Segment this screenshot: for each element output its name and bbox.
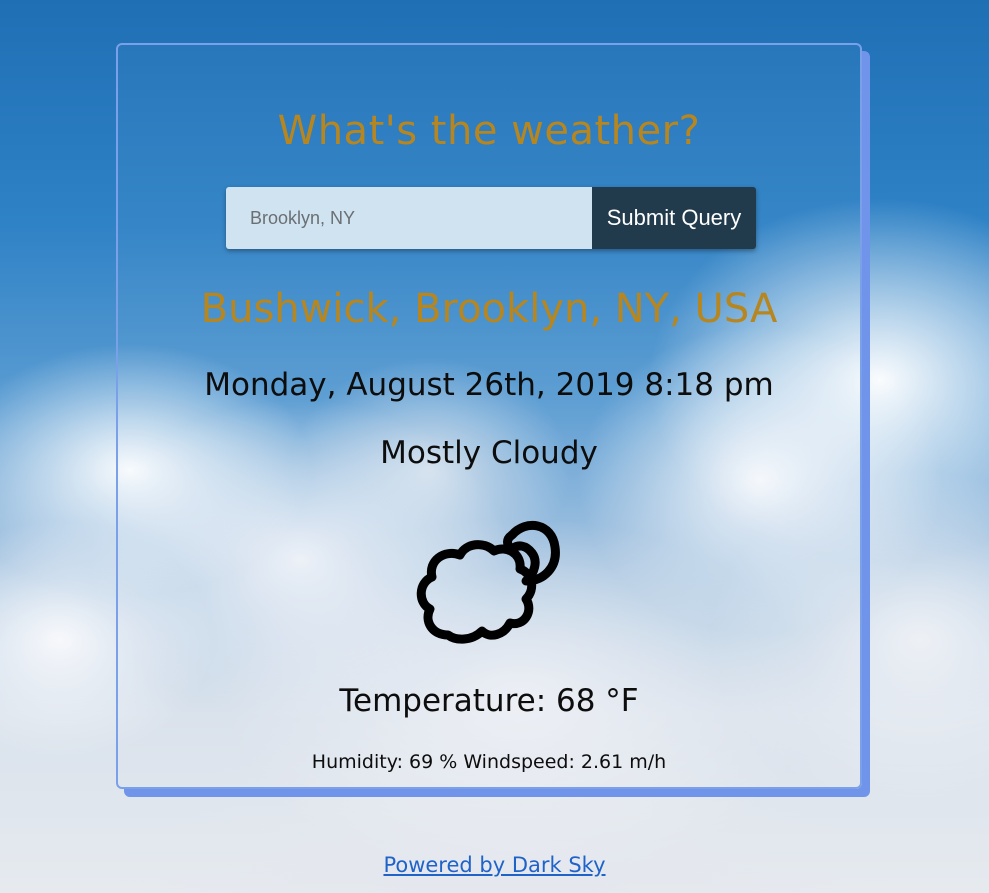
search-form: Submit Query (226, 187, 756, 249)
location-name: Bushwick, Brooklyn, NY, USA (200, 286, 778, 332)
weather-card: What's the weather? Submit Query Bushwic… (116, 43, 862, 789)
location-search-input[interactable] (226, 187, 592, 249)
humidity-windspeed: Humidity: 69 % Windspeed: 2.61 m/h (311, 751, 667, 773)
temperature-reading: Temperature: 68 °F (339, 683, 639, 719)
page-title: What's the weather? (277, 108, 701, 154)
weather-summary: Mostly Cloudy (380, 435, 598, 471)
footer: Powered by Dark Sky (0, 851, 989, 879)
partly-cloudy-night-icon (416, 521, 560, 644)
submit-query-button[interactable]: Submit Query (592, 187, 756, 249)
powered-by-dark-sky-link[interactable]: Powered by Dark Sky (383, 853, 605, 877)
date-time: Monday, August 26th, 2019 8:18 pm (204, 367, 774, 403)
